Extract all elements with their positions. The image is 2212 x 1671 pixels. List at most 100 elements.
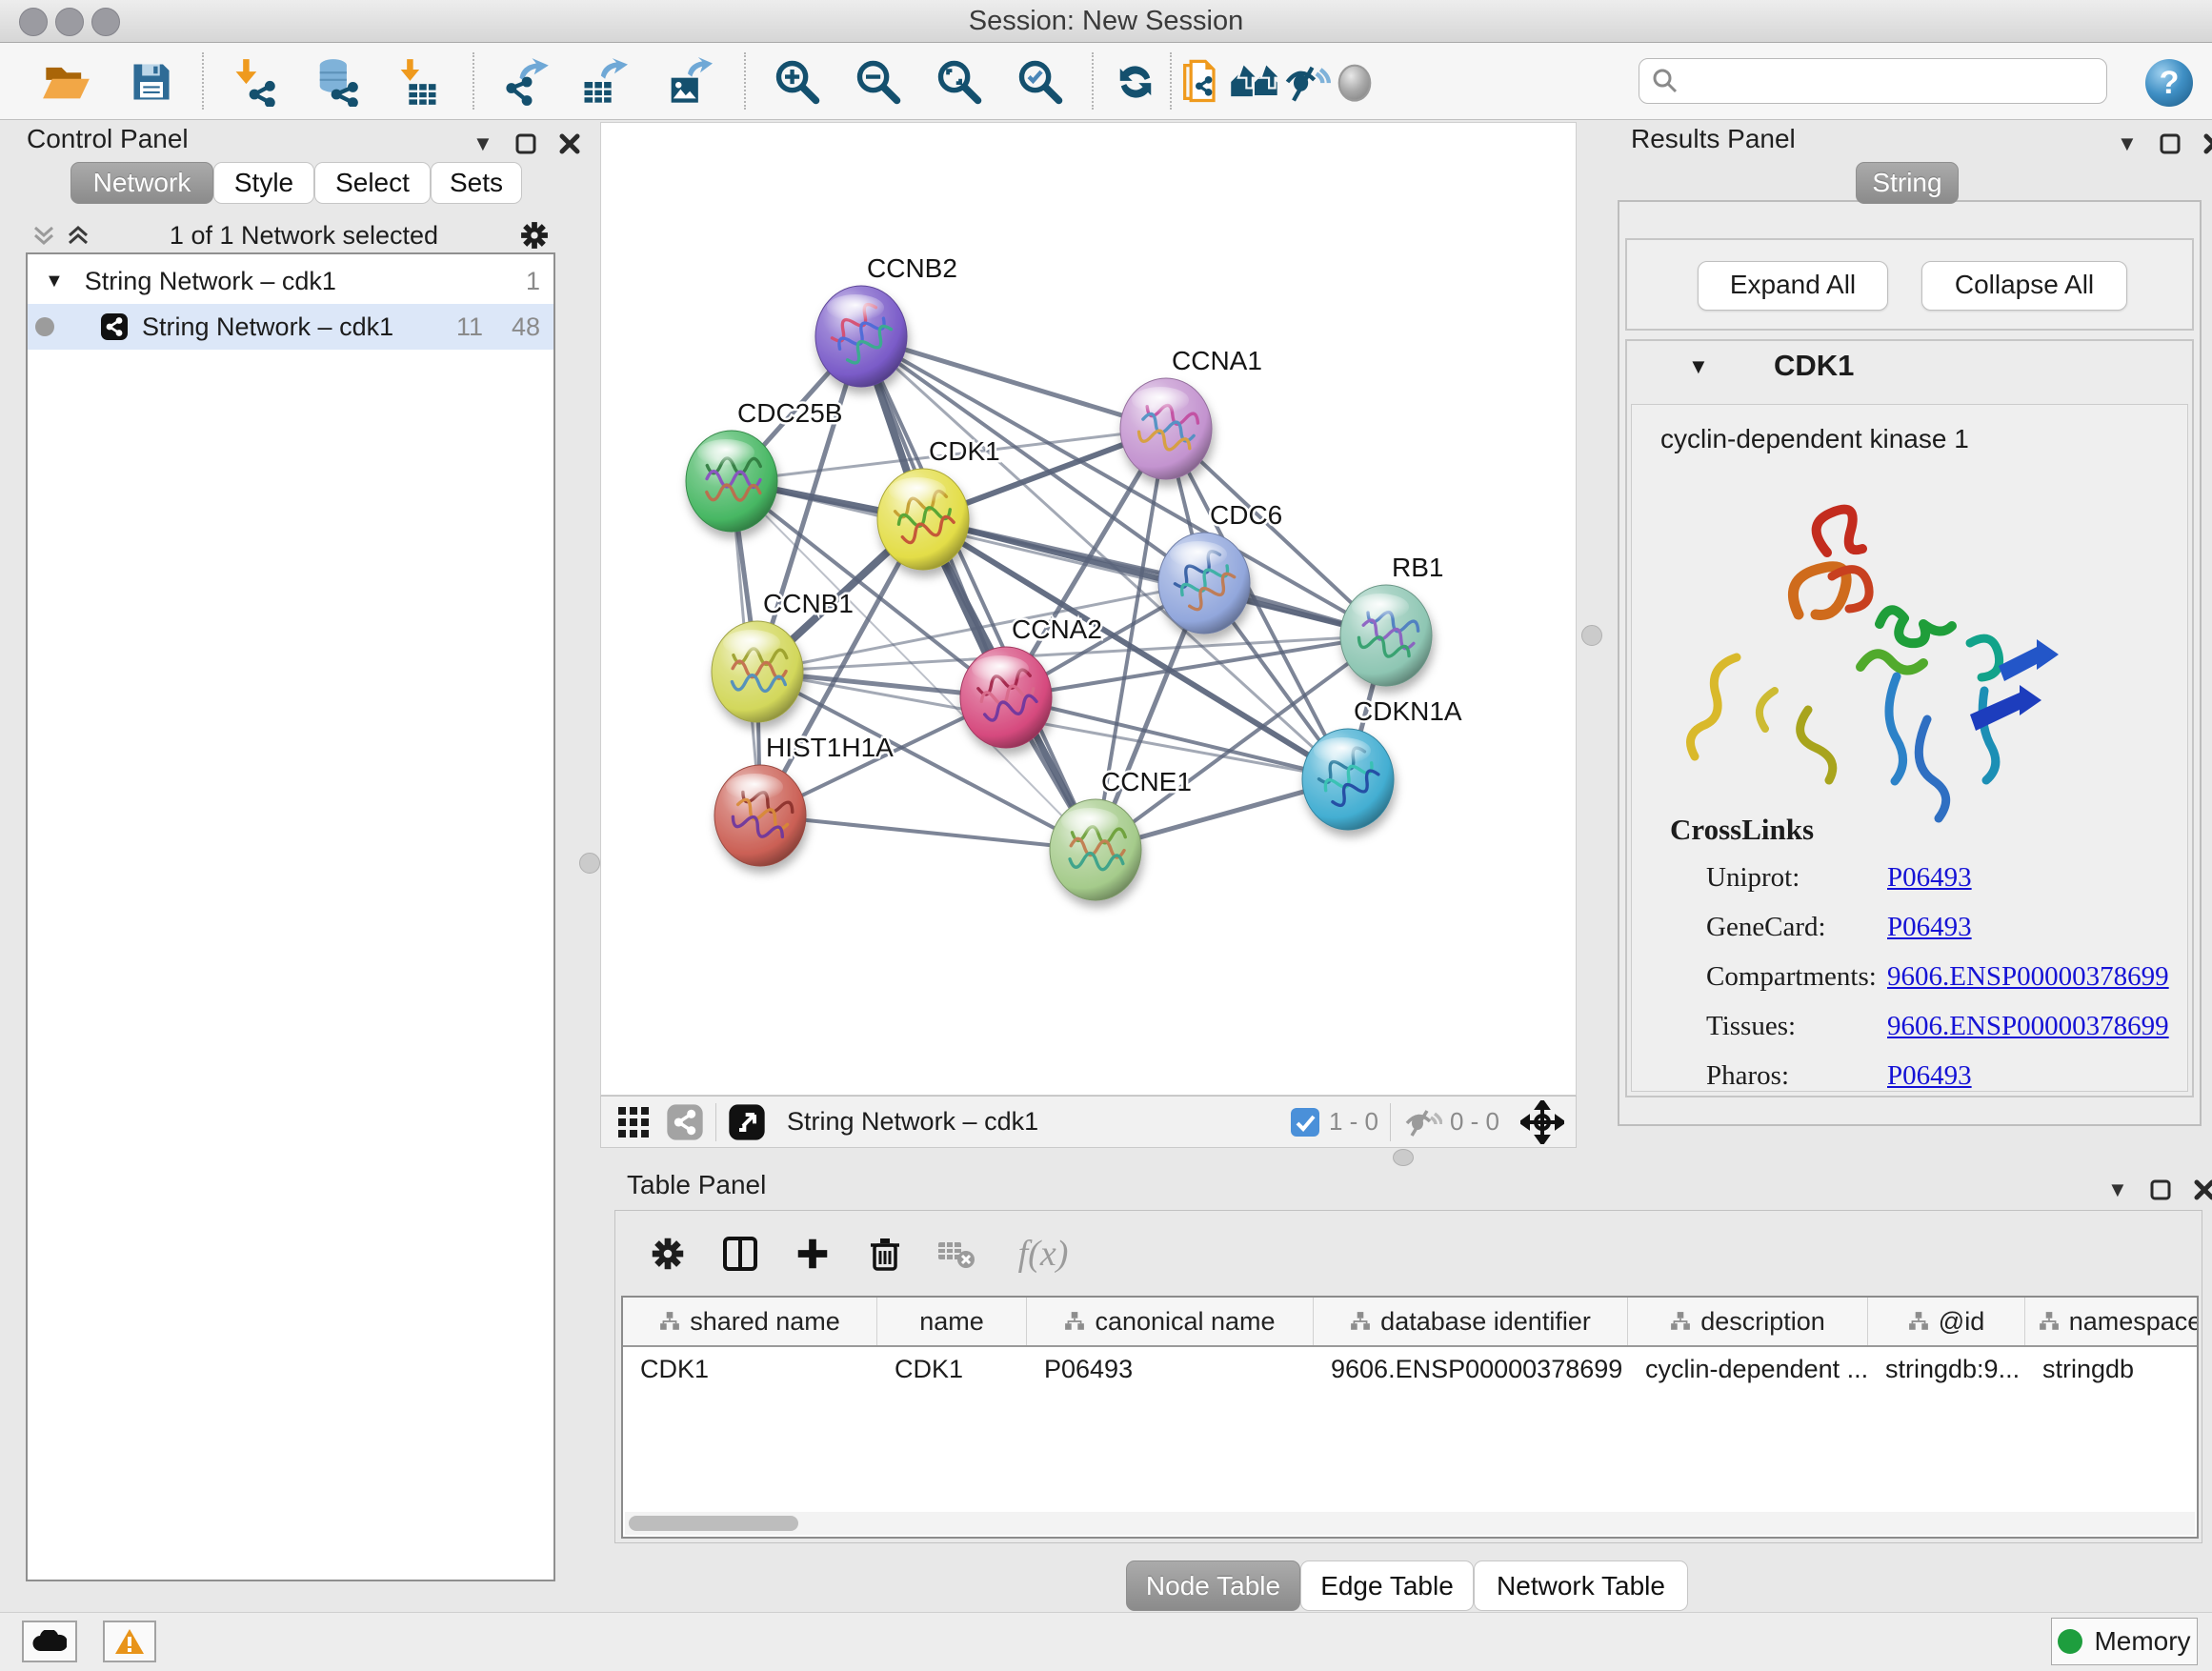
column-header-label: namespace: [2069, 1307, 2199, 1337]
bottom-splitter-handle[interactable]: [1393, 1149, 1414, 1166]
panel-close-icon[interactable]: [558, 132, 581, 155]
delete-column-icon[interactable]: [859, 1228, 911, 1279]
share-document-icon[interactable]: [1174, 54, 1229, 110]
panel-menu-icon[interactable]: ▼: [2107, 1178, 2128, 1202]
panel-menu-icon[interactable]: ▼: [473, 131, 493, 156]
crosslink-link[interactable]: 9606.ENSP00000378699: [1887, 1011, 2169, 1042]
tree-expander-icon[interactable]: ▼: [45, 271, 64, 292]
refresh-icon[interactable]: [1108, 54, 1163, 110]
import-network-database-icon[interactable]: [308, 54, 363, 110]
network-node-CDKN1A[interactable]: CDKN1A: [1302, 696, 1462, 830]
grid-view-icon[interactable]: [614, 1103, 653, 1141]
help-icon[interactable]: ?: [2142, 55, 2197, 111]
memory-button[interactable]: Memory: [2051, 1618, 2198, 1665]
panel-float-icon[interactable]: [2159, 132, 2182, 155]
export-network-icon[interactable]: [498, 54, 553, 110]
window-close-button[interactable]: [19, 8, 48, 36]
table-gear-icon[interactable]: [642, 1228, 694, 1279]
tab-sets[interactable]: Sets: [431, 162, 522, 204]
tab-node-table[interactable]: Node Table: [1126, 1560, 1300, 1611]
collapse-all-button[interactable]: Collapse All: [1921, 261, 2127, 311]
table-cell[interactable]: CDK1: [877, 1347, 1027, 1391]
zoom-out-icon[interactable]: [851, 54, 906, 110]
export-table-icon[interactable]: [575, 54, 631, 110]
table-row[interactable]: CDK1CDK1P064939606.ENSP00000378699cyclin…: [623, 1347, 2197, 1391]
add-column-icon[interactable]: [787, 1228, 838, 1279]
tab-network-table[interactable]: Network Table: [1474, 1560, 1688, 1611]
search-field[interactable]: [1639, 58, 2107, 104]
birdseye-view-icon[interactable]: [728, 1103, 766, 1141]
scrollbar-thumb[interactable]: [629, 1516, 798, 1531]
tab-network[interactable]: Network: [70, 162, 213, 204]
crosslink-link[interactable]: 9606.ENSP00000378699: [1887, 961, 2169, 993]
network-canvas[interactable]: CCNB2CCNA1CDC25BCDK1CDC6RB1CCNB1CCNA2CDK…: [600, 122, 1577, 1096]
network-node-CDK1[interactable]: CDK1: [877, 436, 1000, 570]
string-style-icon[interactable]: [666, 1103, 704, 1141]
column-header-shared-name[interactable]: shared name: [623, 1298, 877, 1345]
column-header-name[interactable]: name: [877, 1298, 1027, 1345]
tab-edge-table[interactable]: Edge Table: [1300, 1560, 1474, 1611]
table-horizontal-scrollbar[interactable]: [625, 1512, 2195, 1535]
zoom-in-icon[interactable]: [770, 54, 825, 110]
hide-selected-eye-icon[interactable]: [1278, 54, 1334, 110]
export-image-icon[interactable]: [660, 54, 715, 110]
column-header--id[interactable]: @id: [1868, 1298, 2025, 1345]
selected-checkbox-icon[interactable]: [1289, 1106, 1321, 1138]
left-splitter-handle[interactable]: [579, 853, 600, 874]
table-cell[interactable]: CDK1: [623, 1347, 877, 1391]
hidden-eye-icon[interactable]: [1402, 1106, 1442, 1138]
panel-float-icon[interactable]: [514, 132, 537, 155]
tab-style[interactable]: Style: [213, 162, 314, 204]
cloud-status-button[interactable]: [22, 1621, 77, 1662]
node-label-CDK1: CDK1: [929, 436, 1000, 466]
window-minimize-button[interactable]: [55, 8, 84, 36]
column-header-canonical-name[interactable]: canonical name: [1027, 1298, 1314, 1345]
window-zoom-button[interactable]: [91, 8, 120, 36]
string-home-icon[interactable]: [1227, 54, 1282, 110]
network-edge-HIST1H1A-CCNE1[interactable]: [760, 815, 1096, 850]
crosslink-link[interactable]: P06493: [1887, 1060, 1972, 1092]
select-columns-icon[interactable]: [714, 1228, 766, 1279]
network-row-selected[interactable]: String Network – cdk1 11 48: [28, 304, 553, 350]
table-cell[interactable]: cyclin-dependent ...: [1628, 1347, 1868, 1391]
warnings-button[interactable]: [103, 1621, 156, 1662]
column-header-namespace[interactable]: namespace: [2025, 1298, 2199, 1345]
network-node-CCNB2[interactable]: CCNB2: [815, 253, 957, 387]
collapse-all-icon[interactable]: [31, 223, 56, 248]
column-header-database-identifier[interactable]: database identifier: [1314, 1298, 1628, 1345]
divider: [1390, 1103, 1391, 1141]
crosslink-link[interactable]: P06493: [1887, 912, 1972, 943]
panel-close-icon[interactable]: [2202, 132, 2212, 155]
table-cell[interactable]: stringdb:9...: [1868, 1347, 2025, 1391]
network-collection-row[interactable]: ▼ String Network – cdk1 1: [28, 258, 553, 304]
network-edge-CCNB2-CCNA1[interactable]: [861, 336, 1166, 429]
panel-close-icon[interactable]: [2193, 1178, 2212, 1201]
crosslink-link[interactable]: P06493: [1887, 862, 1972, 894]
open-session-icon[interactable]: [39, 54, 94, 110]
expand-all-button[interactable]: Expand All: [1698, 261, 1888, 311]
network-node-CCNE1[interactable]: CCNE1: [1050, 767, 1192, 900]
import-table-file-icon[interactable]: [390, 54, 445, 110]
table-cell[interactable]: P06493: [1027, 1347, 1314, 1391]
zoom-fit-icon[interactable]: [932, 54, 987, 110]
network-node-CCNA1[interactable]: CCNA1: [1120, 346, 1262, 479]
search-input[interactable]: [1679, 66, 2083, 97]
tab-select[interactable]: Select: [314, 162, 431, 204]
column-header-description[interactable]: description: [1628, 1298, 1868, 1345]
network-options-gear-icon[interactable]: [517, 218, 552, 252]
right-splitter-handle[interactable]: [1581, 625, 1602, 646]
network-edge-CCNB2-CCNE1[interactable]: [861, 336, 1096, 850]
panel-float-icon[interactable]: [2149, 1178, 2172, 1201]
save-session-icon[interactable]: [124, 54, 179, 110]
gene-expander-icon[interactable]: ▼: [1688, 354, 1709, 379]
import-network-file-icon[interactable]: [226, 54, 281, 110]
table-cell[interactable]: 9606.ENSP00000378699: [1314, 1347, 1628, 1391]
zoom-selected-icon[interactable]: [1013, 54, 1068, 110]
table-cell[interactable]: stringdb: [2025, 1347, 2199, 1391]
network-node-HIST1H1A[interactable]: HIST1H1A: [714, 733, 894, 866]
panel-menu-icon[interactable]: ▼: [2117, 131, 2138, 156]
expand-all-icon[interactable]: [66, 223, 90, 248]
fit-selected-crosshair-icon[interactable]: [1520, 1100, 1564, 1144]
network-node-RB1[interactable]: RB1: [1340, 553, 1443, 686]
tab-string-results[interactable]: String: [1856, 162, 1959, 204]
